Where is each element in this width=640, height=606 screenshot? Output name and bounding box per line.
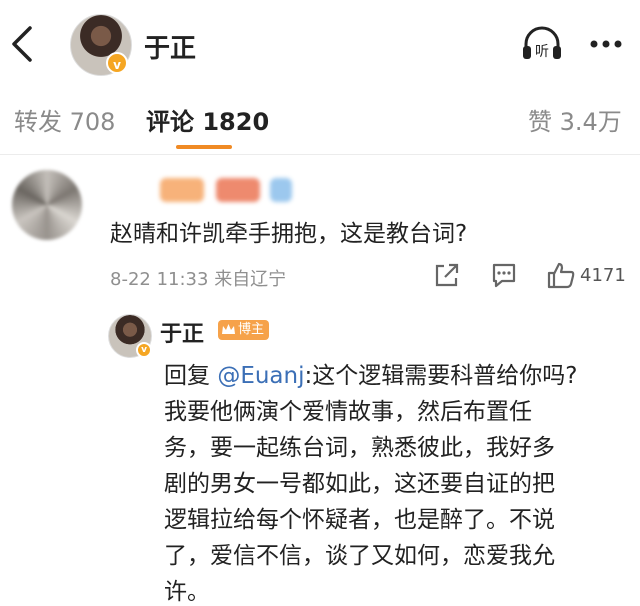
- like-count: 4171: [580, 265, 626, 286]
- back-arrow-icon[interactable]: [8, 24, 36, 64]
- mention-link[interactable]: @Euanj: [217, 363, 304, 389]
- reply-line: 务，要一起练台词，熟悉彼此，我好多: [164, 435, 555, 461]
- comment-location: 来自辽宁: [214, 269, 287, 290]
- reply-line: 了，爱信不信，谈了又如何，恋爱我允: [164, 543, 555, 569]
- crown-icon: [222, 324, 235, 334]
- tab-reposts[interactable]: 转发 708: [14, 102, 115, 137]
- commenter-avatar[interactable]: [12, 170, 82, 240]
- tab-comments[interactable]: 评论 1820: [146, 102, 269, 137]
- share-icon[interactable]: [432, 260, 460, 290]
- blurred-badge: [216, 178, 260, 202]
- tab-likes-count: 3.4万: [559, 108, 622, 136]
- blurred-username[interactable]: [160, 178, 204, 202]
- like-icon[interactable]: [546, 260, 576, 290]
- comment-meta: 8-22 11:33 来自辽宁: [110, 265, 286, 291]
- page-title: 于正: [144, 34, 197, 64]
- reply-line: 许。: [164, 579, 210, 605]
- host-badge: 博主: [218, 320, 270, 340]
- reply-author-name[interactable]: 于正: [160, 316, 204, 348]
- reply-line: 剧的男女一号都如此，这还要自证的把: [164, 471, 555, 497]
- listen-icon[interactable]: 听: [520, 24, 564, 64]
- divider: [0, 154, 640, 155]
- active-tab-indicator: [176, 145, 232, 149]
- reply-prefix: 回复: [164, 363, 210, 389]
- reply-line: 回复 @Euanj:这个逻辑需要科普给你吗?: [164, 356, 577, 390]
- comment-text: 赵晴和许凯牵手拥抱，这是教台词?: [110, 221, 468, 247]
- comment-time: 8-22 11:33: [110, 269, 209, 290]
- reply-line: 我要他俩演个爱情故事，然后布置任: [164, 399, 532, 425]
- more-dots-icon[interactable]: [586, 26, 626, 62]
- host-badge-label: 博主: [238, 322, 265, 337]
- tab-comments-label: 评论: [146, 108, 194, 136]
- verified-badge-icon: v: [136, 342, 152, 358]
- reply-line: 逻辑拉给每个怀疑者，也是醉了。不说: [164, 507, 555, 533]
- blurred-badge: [270, 178, 292, 202]
- reply-first-line: :这个逻辑需要科普给你吗?: [304, 363, 578, 389]
- tab-reposts-label: 转发: [14, 108, 62, 136]
- tab-comments-count: 1820: [202, 108, 270, 136]
- tab-likes-label: 赞: [528, 108, 552, 136]
- svg-text:听: 听: [535, 44, 549, 60]
- verified-badge-icon: v: [106, 52, 128, 74]
- tab-likes[interactable]: 赞 3.4万: [528, 102, 622, 137]
- reply-icon[interactable]: [490, 260, 518, 290]
- tab-reposts-count: 708: [69, 108, 116, 136]
